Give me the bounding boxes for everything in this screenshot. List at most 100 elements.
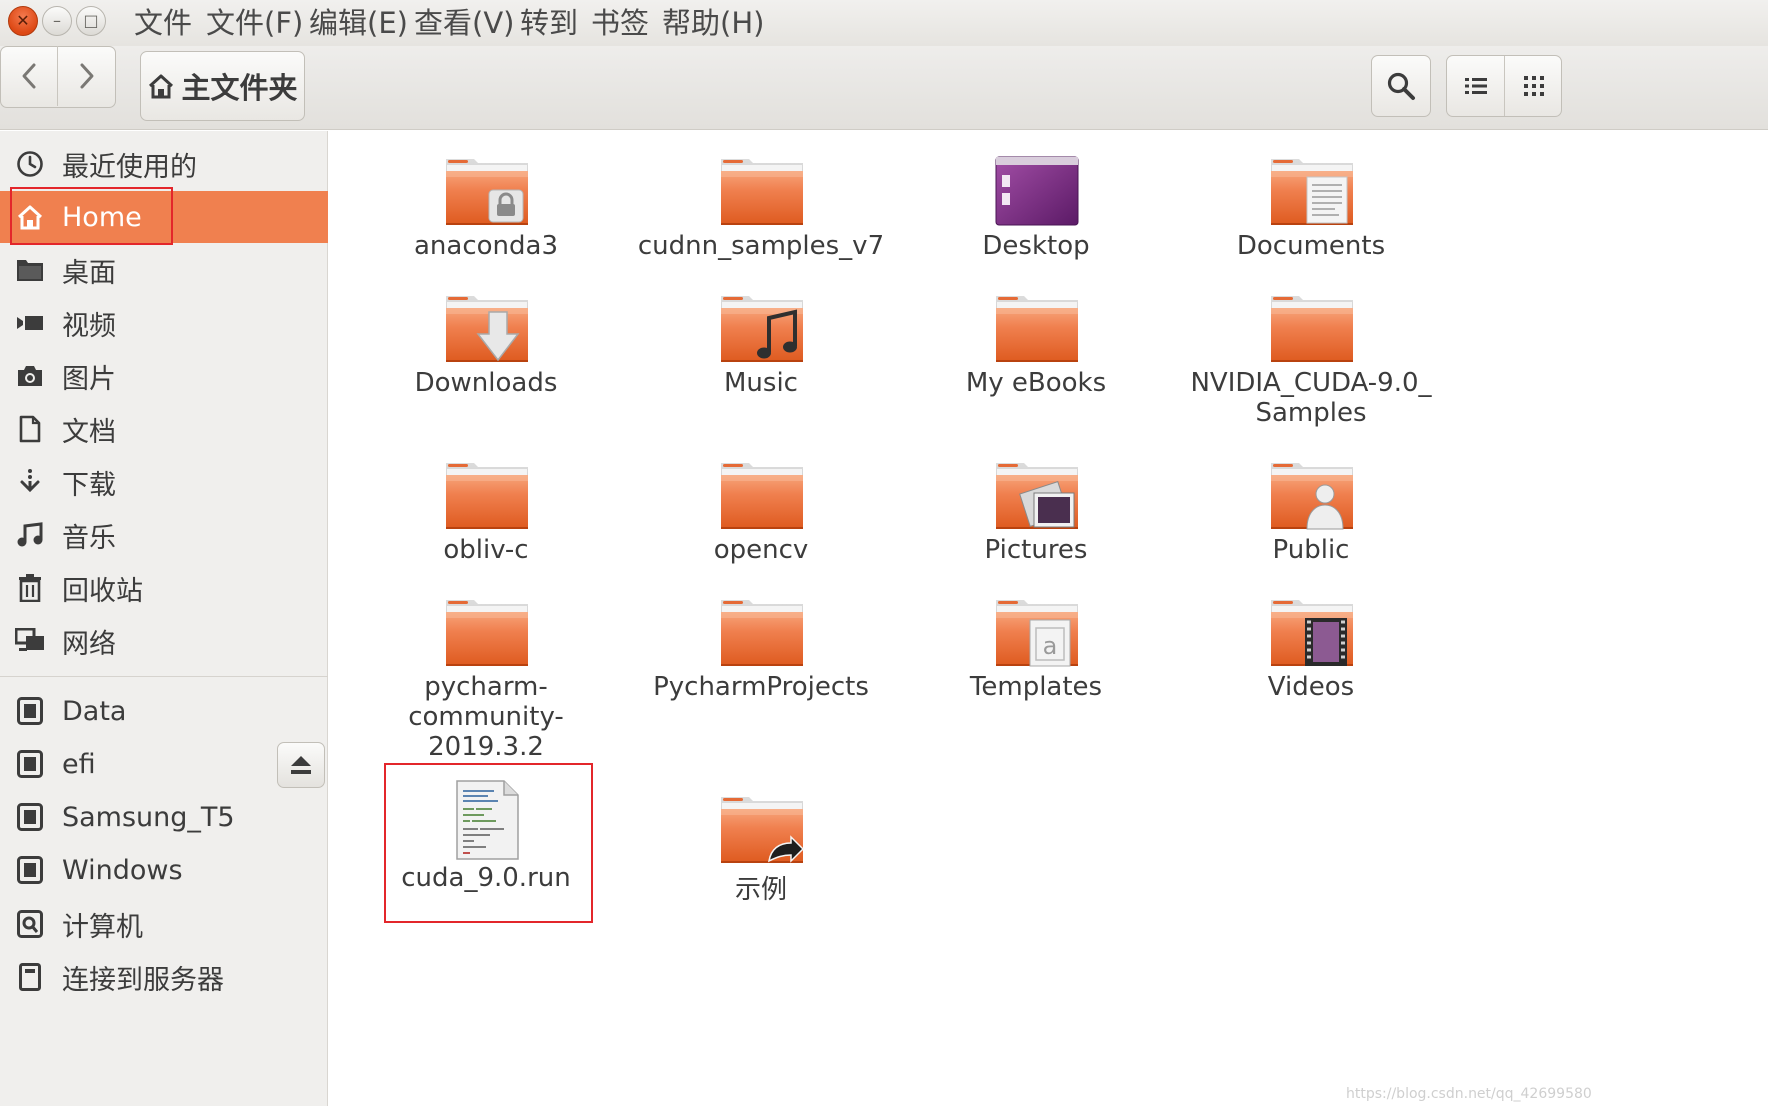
watermark: https://blog.csdn.net/qq_42699580: [1346, 1086, 1592, 1102]
trash-icon: [14, 572, 46, 604]
file-grid: anaconda3 cudnn_samples_v7 Desktop Docum…: [341, 131, 1768, 1106]
folder-icon: [1269, 292, 1355, 364]
path-bar-home-button[interactable]: 主文件夹: [140, 51, 305, 121]
clock-icon: [14, 148, 46, 180]
video-icon: [14, 307, 46, 339]
search-icon: [1387, 72, 1415, 100]
folder-icon: [444, 459, 530, 531]
file-name: Templates: [969, 672, 1103, 702]
sidebar-item-desktop[interactable]: 桌面: [0, 244, 328, 296]
sidebar-item-label: 音乐: [62, 522, 116, 554]
path-bar-label: 主文件夹: [181, 71, 298, 105]
menu-file[interactable]: 文件(F): [206, 4, 303, 42]
forward-button[interactable]: [58, 46, 116, 106]
sidebar-item-documents[interactable]: 文档: [0, 403, 328, 455]
sidebar-item-computer[interactable]: 计算机: [0, 898, 328, 950]
file-name: 示例: [734, 875, 787, 905]
sidebar-item-connect-server[interactable]: 连接到服务器: [0, 951, 328, 1003]
view-mode-buttons: [1446, 55, 1562, 117]
folder-templates-icon: a: [994, 596, 1080, 667]
window-close-button[interactable]: ✕: [8, 6, 38, 36]
menu-bar: ✕ – □ 文件 文件(F) 编辑(E) 查看(V) 转到 书签 帮助(H): [0, 0, 1768, 46]
desktop-folder-icon: [995, 156, 1079, 226]
window-minimize-button[interactable]: –: [42, 6, 72, 36]
sidebar-item-label: 文档: [62, 416, 116, 448]
menu-app-files[interactable]: 文件: [134, 4, 192, 42]
sidebar-item-trash[interactable]: 回收站: [0, 562, 328, 614]
file-name: Downloads: [414, 368, 558, 398]
menu-edit[interactable]: 编辑(E): [309, 4, 408, 42]
sidebar-item-pictures[interactable]: 图片: [0, 350, 328, 402]
music-icon: [14, 519, 46, 551]
computer-icon: [14, 908, 46, 940]
window-maximize-button[interactable]: □: [76, 6, 106, 36]
folder-public-icon: [1269, 459, 1355, 530]
grid-view-icon: [1524, 76, 1544, 96]
folder-link-icon: [719, 793, 805, 865]
drive-icon: [14, 801, 46, 833]
sidebar-item-network[interactable]: 网络: [0, 615, 328, 667]
download-icon: [14, 466, 46, 498]
sidebar-item-label: 网络: [62, 628, 116, 660]
list-view-icon: [1464, 78, 1487, 94]
file-name: My eBooks: [965, 368, 1107, 398]
folder-download-icon: [444, 292, 530, 364]
toolbar: 主文件夹: [0, 46, 1768, 130]
folder-icon: [719, 596, 805, 668]
folder-music-icon: [719, 292, 805, 364]
file-name: Pictures: [984, 535, 1088, 565]
sidebar-item-downloads[interactable]: 下载: [0, 456, 328, 508]
file-name: Public: [1272, 535, 1350, 565]
sidebar-item-label: Samsung_T5: [62, 801, 235, 833]
drive-icon: [14, 748, 46, 780]
home-icon: [149, 74, 174, 99]
sidebar-item-label: efi: [62, 748, 96, 780]
sidebar-item-recent[interactable]: 最近使用的: [0, 138, 328, 190]
file-name: NVIDIA_CUDA-9.0_ Samples: [1190, 368, 1432, 428]
eject-icon: [291, 756, 311, 774]
file-name: PycharmProjects: [653, 672, 869, 702]
menu-bookmarks[interactable]: 书签: [591, 4, 649, 42]
back-button[interactable]: [0, 46, 58, 106]
menu-view[interactable]: 查看(V): [414, 4, 514, 42]
sidebar-item-label: 计算机: [62, 911, 143, 943]
server-icon: [14, 961, 46, 993]
annotation-highlight-box: [384, 763, 593, 923]
sidebar-item-label: 图片: [62, 363, 116, 395]
sidebar-item-label: Windows: [62, 854, 183, 886]
folder-icon: [14, 254, 46, 286]
file-name: Desktop: [982, 231, 1090, 261]
sidebar-item-drive-data[interactable]: Data: [0, 685, 328, 737]
folder-icon: [719, 459, 805, 531]
folder-locked-icon: [444, 155, 530, 227]
file-name: Music: [724, 368, 798, 398]
grid-view-button[interactable]: [1505, 56, 1561, 116]
search-button[interactable]: [1371, 55, 1431, 117]
sidebar-item-drive-windows[interactable]: Windows: [0, 844, 328, 896]
sidebar: 最近使用的 Home 桌面 视频 图片 文档 下载 音乐 回收站 网络 Data…: [0, 131, 328, 1106]
menu-go[interactable]: 转到: [520, 4, 578, 42]
folder-videos-icon: [1269, 596, 1355, 666]
sidebar-item-label: 下载: [62, 469, 116, 501]
drive-icon: [14, 854, 46, 886]
document-icon: [14, 413, 46, 445]
folder-documents-icon: [1269, 155, 1355, 227]
file-name: Documents: [1236, 231, 1386, 261]
sidebar-item-label: 桌面: [62, 257, 116, 289]
chevron-left-icon: [22, 63, 35, 89]
navigation-buttons: [0, 46, 116, 108]
list-view-button[interactable]: [1447, 56, 1505, 116]
camera-icon: [14, 360, 46, 392]
file-name: pycharm- community- 2019.3.2: [408, 672, 564, 762]
file-name: obliv-c: [443, 535, 529, 565]
menu-help[interactable]: 帮助(H): [662, 4, 764, 42]
sidebar-item-videos[interactable]: 视频: [0, 297, 328, 349]
sidebar-item-music[interactable]: 音乐: [0, 509, 328, 561]
sidebar-item-label: 最近使用的: [62, 151, 197, 183]
sidebar-item-drive-samsung[interactable]: Samsung_T5: [0, 791, 328, 843]
eject-button[interactable]: [277, 742, 325, 788]
svg-text:a: a: [1043, 632, 1058, 660]
network-icon: [14, 625, 46, 657]
file-name: anaconda3: [413, 231, 558, 261]
file-name: cudnn_samples_v7: [637, 231, 885, 261]
